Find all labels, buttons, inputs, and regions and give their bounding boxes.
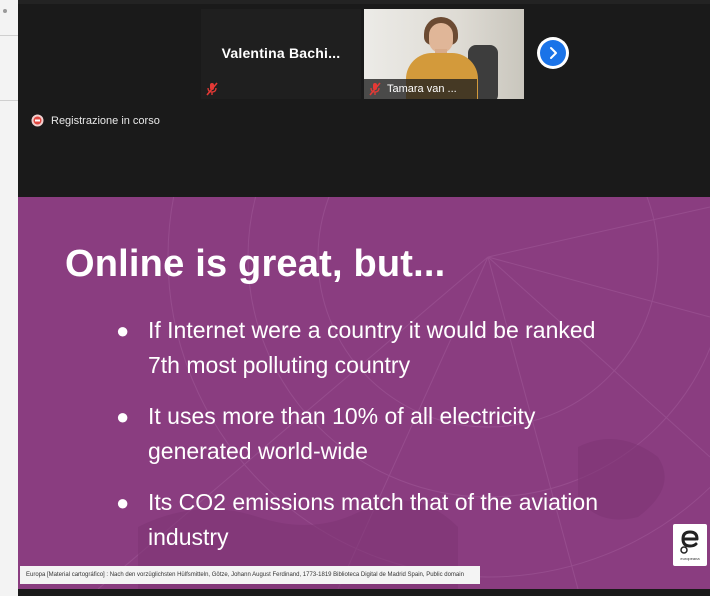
microphone-muted-icon	[369, 82, 381, 96]
slide-bullet: ● It uses more than 10% of all electrici…	[116, 399, 656, 469]
participant-footer	[201, 79, 361, 99]
gallery-strip	[18, 0, 710, 4]
bullet-line: 7th most polluting country	[148, 352, 411, 378]
left-gutter	[0, 0, 18, 596]
bullet-dot: ●	[116, 318, 130, 343]
bottom-bar	[18, 589, 710, 596]
bullet-text: It uses more than 10% of all electricity…	[148, 399, 535, 469]
bullet-line: generated world-wide	[148, 438, 368, 464]
slide-bullet-list: ● If Internet were a country it would be…	[116, 313, 656, 571]
participant-tile-valentina[interactable]: Valentina Bachi...	[201, 9, 361, 99]
bullet-line: industry	[148, 524, 229, 550]
participant-footer: Tamara van ...	[364, 79, 477, 99]
slide-bullet: ● If Internet were a country it would be…	[116, 313, 656, 383]
next-page-button[interactable]	[537, 37, 569, 69]
gutter-dot	[3, 9, 7, 13]
europeana-logo: europeana	[673, 524, 707, 566]
europeana-logo-icon	[680, 530, 699, 554]
bullet-dot: ●	[116, 404, 130, 429]
recording-label: Registrazione in corso	[51, 114, 160, 127]
image-credit: Europa [Material cartográfico] : Nach de…	[20, 566, 480, 584]
bullet-line: If Internet were a country it would be r…	[148, 317, 596, 343]
slide-bullet: ● Its CO2 emissions match that of the av…	[116, 485, 656, 555]
participant-name-tamara: Tamara van ...	[387, 83, 457, 95]
bullet-dot: ●	[116, 490, 130, 515]
participant-name-valentina: Valentina Bachi...	[221, 45, 341, 61]
record-icon	[31, 114, 44, 127]
bullet-text: Its CO2 emissions match that of the avia…	[148, 485, 598, 555]
recording-indicator: Registrazione in corso	[31, 114, 160, 127]
gutter-divider	[0, 35, 18, 36]
gutter-divider	[0, 100, 18, 101]
bullet-text: If Internet were a country it would be r…	[148, 313, 595, 383]
meeting-window: Valentina Bachi... Tamara van ... Regist…	[18, 0, 710, 596]
microphone-muted-icon	[206, 82, 218, 96]
chevron-right-icon	[550, 47, 557, 59]
next-page-button-inner	[540, 40, 566, 66]
shared-slide: Online is great, but... ● If Internet we…	[18, 197, 710, 589]
participant-tile-tamara[interactable]: Tamara van ...	[364, 9, 524, 99]
bullet-line: Its CO2 emissions match that of the avia…	[148, 489, 598, 515]
logo-text: europeana	[680, 556, 700, 561]
bullet-line: It uses more than 10% of all electricity	[148, 403, 536, 429]
slide-title: Online is great, but...	[65, 243, 446, 285]
